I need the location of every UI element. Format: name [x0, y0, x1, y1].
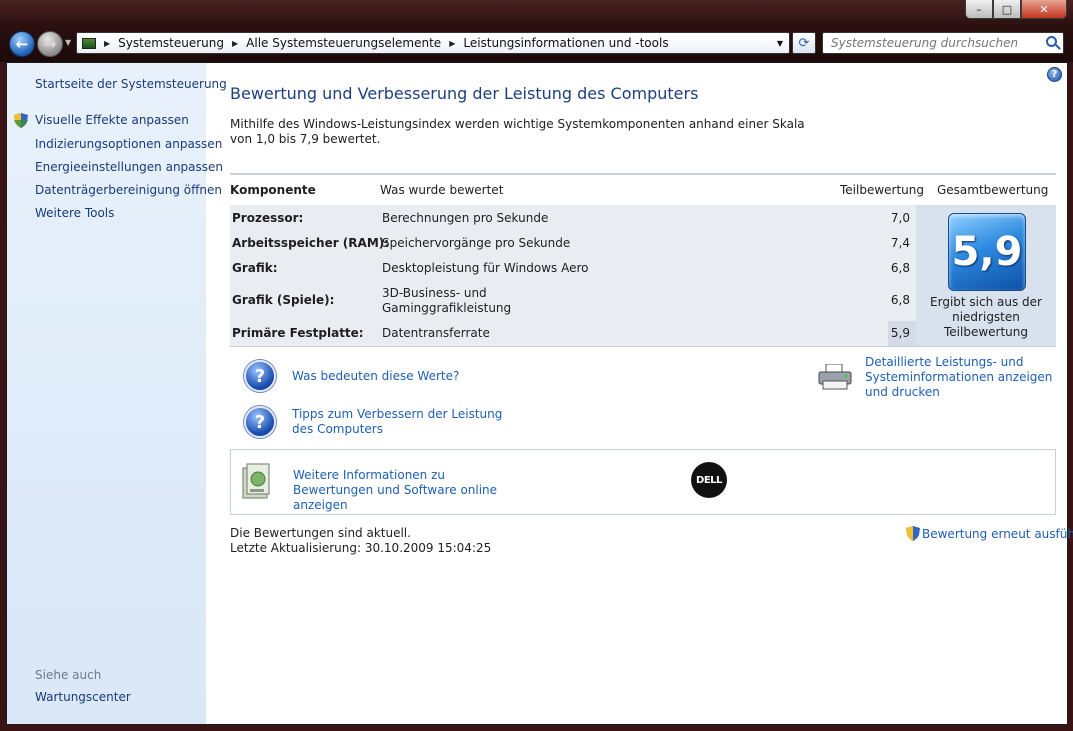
- tips-improve-performance-link[interactable]: Tipps zum Verbessern der Leistung des Co…: [292, 407, 512, 437]
- rerun-assessment-link[interactable]: Bewertung erneut ausführen: [906, 526, 1073, 541]
- main-panel: ? Bewertung und Verbesserung der Leistun…: [206, 63, 1073, 724]
- question-icon: ?: [244, 360, 276, 392]
- help-icon[interactable]: ?: [1047, 67, 1062, 82]
- breadcrumb-separator-icon[interactable]: ▶: [232, 39, 238, 48]
- header-subscore: Teilbewertung: [840, 183, 925, 197]
- breadcrumb-separator-icon[interactable]: ▶: [104, 39, 110, 48]
- address-bar[interactable]: ▶ Systemsteuerung ▶ Alle Systemsteuerung…: [76, 32, 790, 54]
- row-score: 6,8: [890, 261, 910, 275]
- row-component: Primäre Festplatte:: [232, 326, 364, 340]
- minimize-button[interactable]: –: [965, 0, 993, 19]
- header-component: Komponente: [230, 183, 316, 197]
- question-icon: ?: [244, 406, 276, 438]
- arrow-left-icon: ←: [15, 35, 29, 53]
- what-do-values-mean-link[interactable]: Was bedeuten diese Werte?: [292, 369, 459, 384]
- control-panel-icon: [82, 37, 96, 49]
- close-button[interactable]: ✕: [1021, 0, 1067, 19]
- search-box[interactable]: [822, 32, 1064, 54]
- detailed-info-link[interactable]: Detaillierte Leistungs- und Systeminform…: [865, 355, 1065, 400]
- breadcrumb-leistungsinformationen[interactable]: Leistungsinformationen und -tools: [463, 36, 668, 50]
- sidebar-item-visual-effects[interactable]: Visuelle Effekte anpassen: [35, 113, 189, 127]
- uac-shield-icon: [906, 526, 920, 541]
- sidebar-item-action-center[interactable]: Wartungscenter: [35, 690, 131, 704]
- header-basescore: Gesamtbewertung: [937, 183, 1049, 197]
- sidebar-item-home[interactable]: Startseite der Systemsteuerung: [35, 77, 227, 91]
- row-rated: 3D-Business- und Gaminggrafikleistung: [382, 286, 512, 315]
- online-info-box: Weitere Informationen zu Bewertungen und…: [230, 449, 1056, 515]
- window-titlebar: – □ ✕ ← → ▼ ▶ Systemsteuerung ▶ Alle Sys…: [0, 0, 1073, 62]
- row-component: Arbeitsspeicher (RAM):: [232, 236, 390, 250]
- see-also-title: Siehe auch: [35, 668, 102, 682]
- row-component: Grafik (Spiele):: [232, 293, 335, 307]
- printer-icon: [818, 364, 852, 390]
- intro-text: Mithilfe des Windows-Leistungsindex werd…: [230, 117, 805, 146]
- sidebar-item-indexing[interactable]: Indizierungsoptionen anpassen: [35, 137, 222, 151]
- recent-pages-dropdown[interactable]: ▼: [65, 38, 71, 47]
- address-dropdown-icon[interactable]: ▼: [777, 39, 783, 48]
- status-text: Die Bewertungen sind aktuell.: [230, 526, 411, 540]
- breadcrumb-separator-icon[interactable]: ▶: [449, 39, 455, 48]
- page-title: Bewertung und Verbesserung der Leistung …: [230, 84, 699, 103]
- row-rated: Desktopleistung für Windows Aero: [382, 261, 589, 275]
- last-update-text: Letzte Aktualisierung: 30.10.2009 15:04:…: [230, 541, 492, 555]
- sidebar: Startseite der Systemsteuerung Visuelle …: [7, 63, 227, 724]
- refresh-icon: ⟳: [798, 35, 810, 51]
- uac-shield-icon: [14, 113, 28, 128]
- base-score-badge: 5,9: [948, 213, 1026, 291]
- search-icon[interactable]: [1046, 36, 1057, 47]
- table-divider: [230, 346, 1056, 347]
- row-rated: Speichervorgänge pro Sekunde: [382, 236, 571, 250]
- header-rated: Was wurde bewertet: [380, 183, 504, 197]
- search-input[interactable]: [831, 36, 1031, 50]
- row-score: 7,0: [890, 211, 910, 225]
- base-score-note: Ergibt sich aus der niedrigsten Teilbewe…: [930, 295, 1042, 339]
- base-score-panel: 5,9 Ergibt sich aus der niedrigsten Teil…: [916, 205, 1056, 346]
- forward-button[interactable]: →: [37, 31, 63, 57]
- row-score: 6,8: [890, 293, 910, 307]
- table-divider: [230, 173, 1056, 175]
- sidebar-item-power[interactable]: Energieeinstellungen anpassen: [35, 160, 223, 174]
- maximize-button[interactable]: □: [993, 0, 1021, 19]
- software-box-icon: [242, 463, 270, 499]
- breadcrumb-systemsteuerung[interactable]: Systemsteuerung: [118, 36, 224, 50]
- more-info-online-link[interactable]: Weitere Informationen zu Bewertungen und…: [293, 468, 513, 513]
- arrow-right-icon: →: [43, 35, 57, 53]
- sidebar-item-disk-cleanup[interactable]: Datenträgerbereinigung öffnen: [35, 183, 222, 197]
- rerun-assessment-label[interactable]: Bewertung erneut ausführen: [922, 527, 1073, 541]
- row-component: Prozessor:: [232, 211, 304, 225]
- refresh-button[interactable]: ⟳: [792, 32, 816, 54]
- dell-logo: DELL: [691, 462, 727, 498]
- row-component: Grafik:: [232, 261, 278, 275]
- row-score: 7,4: [890, 236, 910, 250]
- row-score: 5,9: [890, 326, 910, 340]
- row-rated: Berechnungen pro Sekunde: [382, 211, 549, 225]
- window-content: Startseite der Systemsteuerung Visuelle …: [6, 62, 1073, 725]
- back-button[interactable]: ←: [9, 31, 35, 57]
- sidebar-item-more-tools[interactable]: Weitere Tools: [35, 206, 114, 220]
- breadcrumb-alle-elemente[interactable]: Alle Systemsteuerungselemente: [246, 36, 441, 50]
- row-rated: Datentransferrate: [382, 326, 490, 340]
- caption-buttons: – □ ✕: [965, 0, 1067, 20]
